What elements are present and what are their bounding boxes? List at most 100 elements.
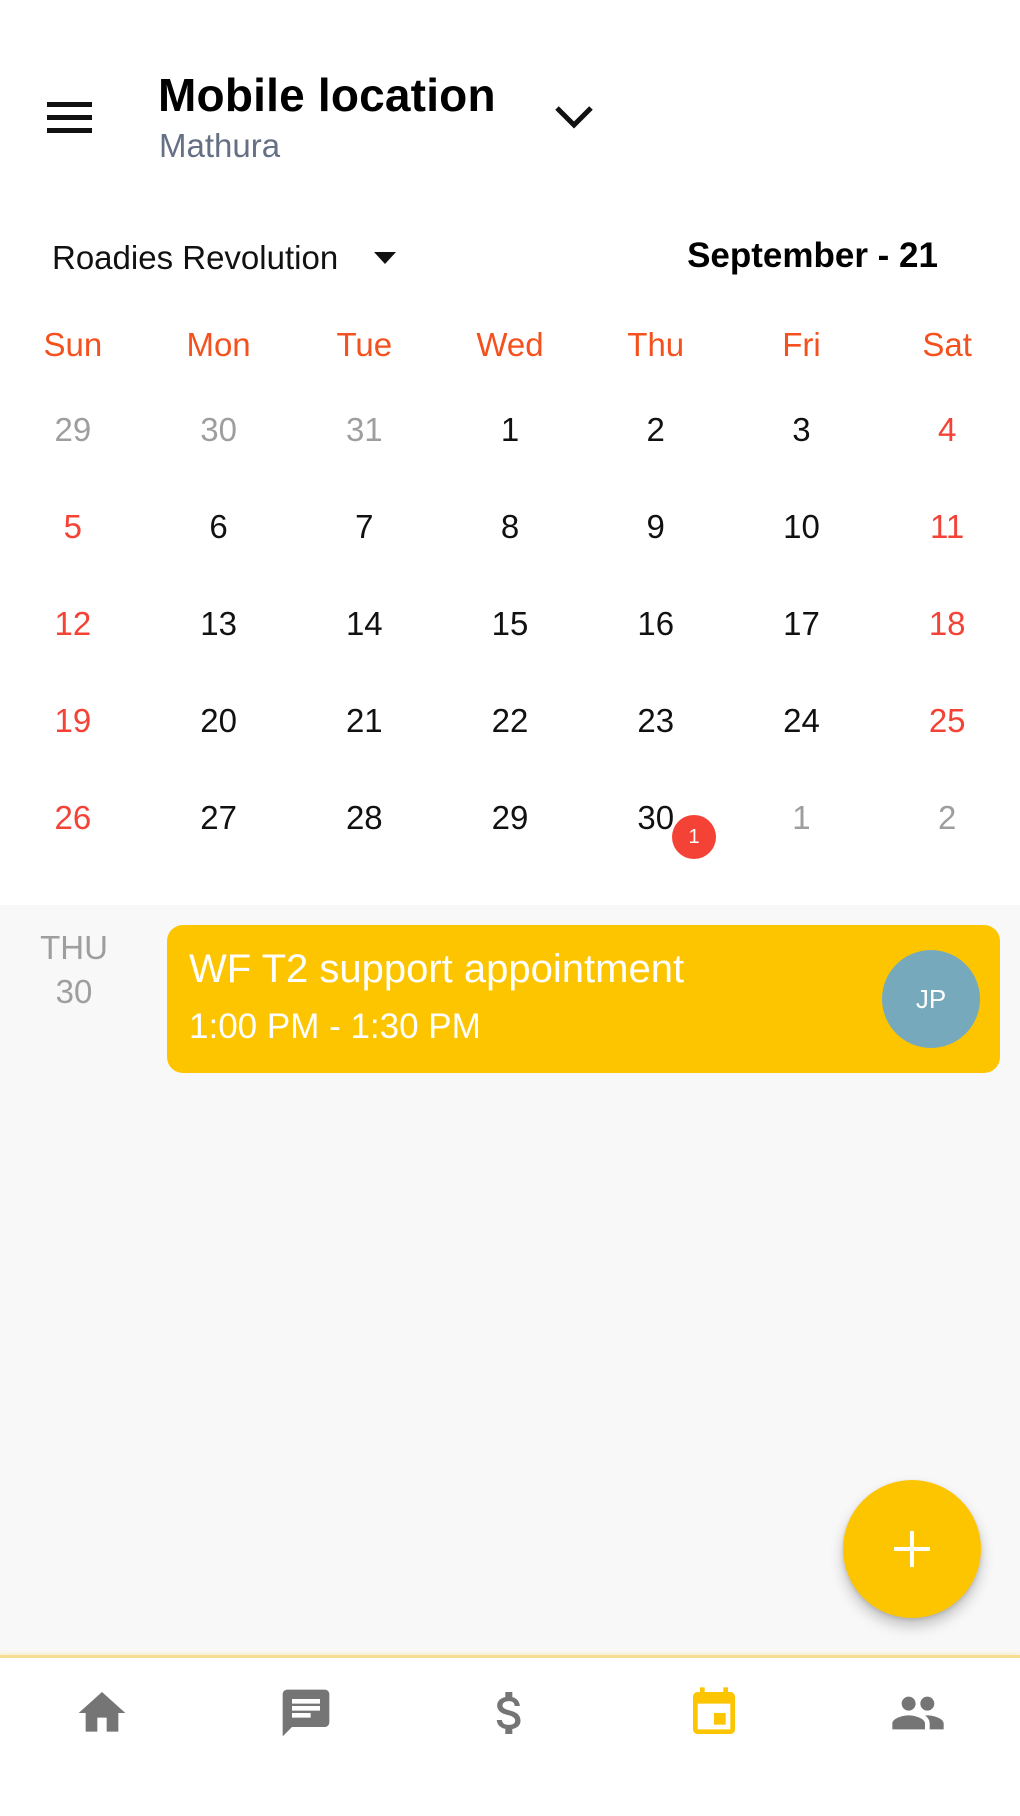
calendar-day-number: 11 [930,502,964,552]
team-selector-dropdown[interactable]: Roadies Revolution [52,236,397,280]
day-number-text: 3 [792,411,811,448]
chat-icon [282,1689,330,1737]
calendar-day[interactable]: 1 [729,793,875,890]
day-number-text: 8 [500,508,520,545]
bottom-navigation [0,1655,1020,1816]
calendar-day-number: 25 [929,696,966,746]
calendar-day[interactable]: 12 [0,599,146,696]
menu-line [47,102,92,107]
calendar-day[interactable]: 16 [583,599,729,696]
calendar-day-number: 28 [346,793,383,843]
calendar-day[interactable]: 14 [291,599,437,696]
calendar-day-number: 10 [783,502,820,552]
nav-item-calendar[interactable] [612,1658,816,1768]
calendar-day[interactable]: 25 [874,696,1020,793]
calendar-day[interactable]: 20 [146,696,292,793]
calendar-day[interactable]: 6 [146,502,292,599]
calendar-day[interactable]: 15 [437,599,583,696]
nav-item-payments[interactable] [408,1658,612,1768]
calendar-day[interactable]: 10 [729,502,875,599]
calendar-day[interactable]: 19 [0,696,146,793]
calendar-day-number: 14 [346,599,383,649]
day-number-text: 20 [200,702,237,739]
calendar-day[interactable]: 24 [729,696,875,793]
calendar-day[interactable]: 27 [146,793,292,890]
calendar-day-number: 8 [501,502,519,552]
day-number-text: 4 [937,411,957,448]
calendar-day[interactable]: 22 [437,696,583,793]
nav-item-people[interactable] [816,1658,1020,1768]
calendar-day[interactable]: 29 [0,405,146,502]
avatar: JP [882,950,980,1048]
nav-item-home[interactable] [0,1658,204,1768]
calendar-day[interactable]: 29 [437,793,583,890]
calendar-day[interactable]: 3 [729,405,875,502]
calendar-day-number: 24 [783,696,820,746]
calendar-day-number: 27 [200,793,237,843]
calendar-day[interactable]: 2 [874,793,1020,890]
day-number-text: 5 [63,508,83,545]
day-number-text: 13 [200,605,237,642]
nav-item-messages[interactable] [204,1658,408,1768]
day-number-text: 12 [54,605,92,642]
calendar-day[interactable]: 28 [291,793,437,890]
day-number-text: 31 [345,411,383,448]
day-number-text: 29 [491,799,529,836]
calendar-day-number: 20 [200,696,237,746]
weekday-header: Sun [43,326,103,363]
calendar-day[interactable]: 5 [0,502,146,599]
calendar-day[interactable]: 30 [146,405,292,502]
calendar-day-number: 21 [346,696,383,746]
day-number-text: 2 [937,799,957,836]
calendar-day[interactable]: 21 [291,696,437,793]
day-number-text: 30 [200,411,237,448]
calendar-day[interactable]: 8 [437,502,583,599]
calendar-day-number: 2 [938,793,956,843]
month-label[interactable]: September - 21 [687,236,938,276]
calendar-day[interactable]: 9 [583,502,729,599]
calendar-day[interactable]: 11 [874,502,1020,599]
calendar-day-number: 13 [200,599,237,649]
add-event-button[interactable] [843,1480,981,1618]
caret-down-icon [374,252,397,264]
day-number-text: 1 [792,799,811,836]
day-number-text: 27 [200,799,237,836]
calendar-day-number: 15 [492,599,529,649]
calendar-day[interactable]: 17 [729,599,875,696]
calendar-day[interactable]: 7 [291,502,437,599]
calendar-day[interactable]: 13 [146,599,292,696]
day-number-text: 21 [345,702,383,739]
calendar-day[interactable]: 1 [437,405,583,502]
location-title[interactable]: Mobile location [158,68,496,122]
event-count-badge: 1 [672,815,717,859]
calendar-day[interactable]: 26 [0,793,146,890]
dollar-icon [496,1692,521,1734]
calendar-day[interactable]: 30 1 [583,793,729,890]
calendar-day[interactable]: 2 [583,405,729,502]
calendar-grid: 29 30 31 1 2 3 4 5 6 7 8 9 10 11 12 13 14 15 16 17 18 19 20 21 2… [0,405,1020,890]
people-icon [892,1696,944,1730]
day-number-text: 17 [783,605,820,642]
day-number-text: 18 [928,605,966,642]
calendar-day-number: 23 [637,696,674,746]
weekday-header-row: Sun Mon Tue Wed Thu Fri Sat [0,326,1020,364]
chevron-down-icon[interactable] [552,100,596,134]
hamburger-menu-icon[interactable] [40,90,100,146]
day-number-text: 28 [345,799,383,836]
calendar-day[interactable]: 4 [874,405,1020,502]
calendar-day-number: 30 1 [637,793,717,859]
event-card[interactable]: WF T2 support appointment 1:00 PM - 1:30… [167,925,1000,1073]
day-number-text: 22 [491,702,529,739]
calendar-day-number: 12 [55,599,92,649]
menu-line [47,128,92,133]
calendar-day-number: 9 [647,502,665,552]
calendar-day[interactable]: 23 [583,696,729,793]
calendar-day-number: 29 [492,793,529,843]
calendar-week-row: 19 20 21 22 23 24 25 [0,696,1020,793]
calendar-day[interactable]: 18 [874,599,1020,696]
calendar-day-number: 16 [637,599,674,649]
day-number-text: 10 [783,508,820,545]
weekday-header: Fri [782,326,821,363]
calendar-day[interactable]: 31 [291,405,437,502]
weekday-header: Wed [476,326,544,363]
